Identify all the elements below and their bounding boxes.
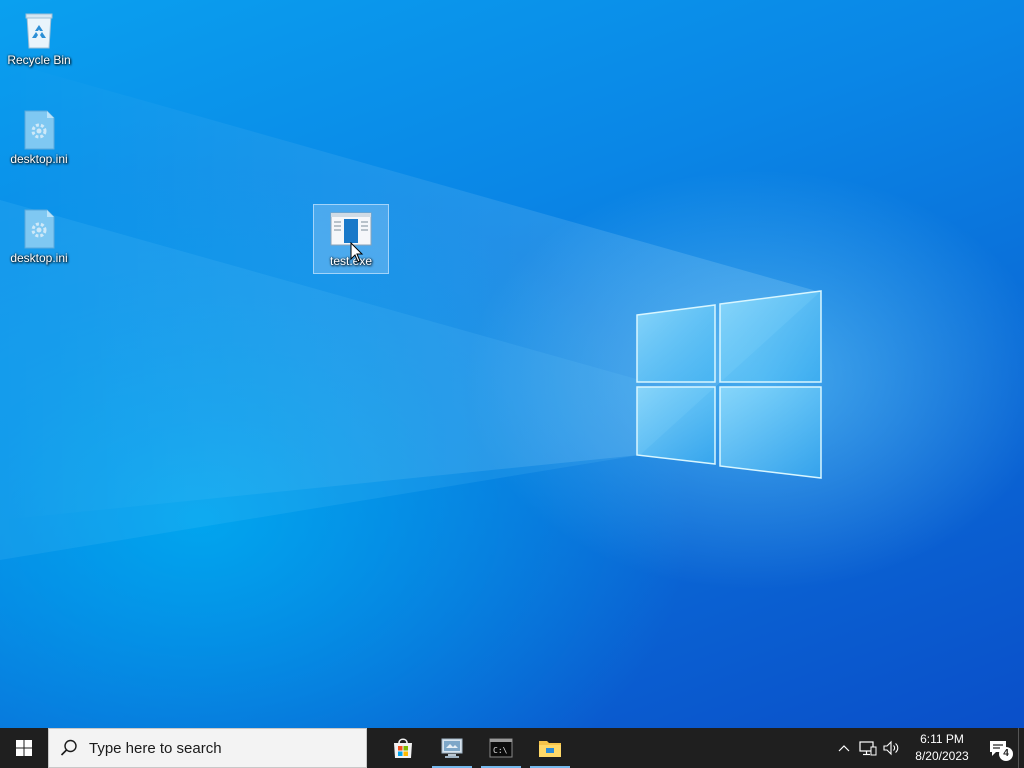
desktop[interactable]: Recycle Bin desktop.ini desktop.ini test… <box>0 0 1024 728</box>
show-hidden-icons-button[interactable] <box>832 728 856 768</box>
chevron-up-icon <box>838 745 850 752</box>
settings-file-icon <box>24 110 55 150</box>
start-button[interactable] <box>0 728 48 768</box>
command-prompt-icon: C:\ <box>489 738 513 758</box>
volume-icon <box>883 740 899 756</box>
windows-logo-icon <box>16 740 32 756</box>
search-placeholder: Type here to search <box>89 739 222 757</box>
desktop-icon-label: Recycle Bin <box>7 53 71 67</box>
mouse-cursor-icon <box>350 242 364 263</box>
action-center-button[interactable]: 4 <box>978 728 1018 768</box>
wallpaper-windows-logo <box>0 60 822 560</box>
remote-desktop-icon <box>441 738 463 758</box>
network-icon <box>859 741 877 756</box>
desktop-icon-recycle-bin[interactable]: Recycle Bin <box>1 4 77 74</box>
desktop-icon-desktop-ini-2[interactable]: desktop.ini <box>1 202 77 272</box>
taskbar-app-file-explorer[interactable] <box>526 728 574 768</box>
desktop-icon-label: desktop.ini <box>10 152 68 166</box>
network-button[interactable] <box>856 728 880 768</box>
desktop-icon-desktop-ini-1[interactable]: desktop.ini <box>1 103 77 173</box>
clock[interactable]: 6:11 PM 8/20/2023 <box>906 731 978 765</box>
clock-date: 8/20/2023 <box>915 749 969 763</box>
taskbar: Type here to search C:\ 6:11 PM 8/20/202… <box>0 728 1024 768</box>
store-icon <box>394 738 412 758</box>
desktop-icon-label: desktop.ini <box>10 251 68 265</box>
search-box[interactable]: Type here to search <box>48 728 367 768</box>
taskbar-app-remote-desktop[interactable] <box>428 728 476 768</box>
recycle-bin-icon <box>25 13 53 49</box>
taskbar-app-command-prompt[interactable]: C:\ <box>477 728 525 768</box>
notification-count-badge: 4 <box>999 747 1013 761</box>
system-tray: 6:11 PM 8/20/2023 4 <box>832 728 1024 768</box>
clock-time: 6:11 PM <box>920 732 964 746</box>
volume-button[interactable] <box>880 728 904 768</box>
svg-text:C:\: C:\ <box>493 746 508 755</box>
file-explorer-icon <box>539 741 561 757</box>
taskbar-app-store[interactable] <box>379 728 427 768</box>
settings-file-icon <box>24 209 55 249</box>
search-icon <box>49 739 89 757</box>
show-desktop-button[interactable] <box>1018 728 1024 768</box>
